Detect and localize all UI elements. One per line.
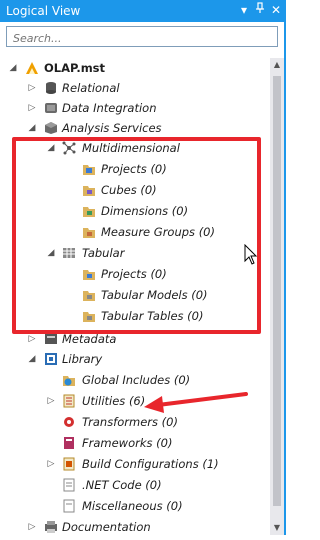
transformers-icon <box>62 415 76 429</box>
tree-item-label: Build Configurations (1) <box>82 457 219 471</box>
tree-item-label: Analysis Services <box>62 121 162 135</box>
library-icon <box>44 352 58 366</box>
annotation-arrow <box>144 392 248 413</box>
collapse-icon[interactable]: ◢ <box>8 58 18 78</box>
tree-item-dotnet-code[interactable]: .NET Code (0) <box>0 475 268 495</box>
tree-item-label: Relational <box>62 81 120 95</box>
tree-item-label: Utilities (6) <box>82 394 146 408</box>
project-icon <box>24 61 38 75</box>
highlight-box <box>12 137 261 334</box>
tree-item-label: Miscellaneous (0) <box>82 499 183 513</box>
tree-item-olap-mst[interactable]: ◢ OLAP.mst <box>0 58 268 78</box>
tree-item-data-integration[interactable]: ▷ Data Integration <box>0 98 268 118</box>
tree-item-label: OLAP.mst <box>44 61 106 75</box>
tree-item-label: Frameworks (0) <box>82 436 173 450</box>
collapse-icon[interactable]: ◢ <box>27 118 37 138</box>
tree-item-label: Library <box>62 352 103 366</box>
data-integration-icon <box>44 101 58 115</box>
scroll-up-icon[interactable]: ▲ <box>270 58 284 72</box>
tree-item-label: Global Includes (0) <box>82 373 191 387</box>
tree-item-analysis-services[interactable]: ◢ Analysis Services <box>0 118 268 138</box>
documentation-icon <box>44 520 58 534</box>
global-includes-icon <box>62 373 76 387</box>
frameworks-icon <box>62 436 76 450</box>
tree-item-global-includes[interactable]: Global Includes (0) <box>0 370 268 390</box>
vertical-scrollbar[interactable]: ▲ ▼ <box>270 58 284 535</box>
tree-item-miscellaneous[interactable]: Miscellaneous (0) <box>0 496 268 516</box>
analysis-services-icon <box>44 121 58 135</box>
expand-icon[interactable]: ▷ <box>46 454 56 474</box>
build-config-icon <box>62 457 76 471</box>
tree-item-library[interactable]: ◢ Library <box>0 349 268 369</box>
metadata-icon <box>44 332 58 346</box>
close-icon[interactable]: ✕ <box>268 2 284 18</box>
tree-item-build-configurations[interactable]: ▷ Build Configurations (1) <box>0 454 268 474</box>
expand-icon[interactable]: ▷ <box>46 391 56 411</box>
tree-item-documentation[interactable]: ▷ Documentation <box>0 517 268 537</box>
tree-item-label: .NET Code (0) <box>82 478 162 492</box>
tree-item-label: Documentation <box>62 520 151 534</box>
tree-item-relational[interactable]: ▷ Relational <box>0 78 268 98</box>
database-icon <box>44 81 58 95</box>
miscellaneous-icon <box>62 499 76 513</box>
mouse-cursor-icon <box>244 244 258 265</box>
expand-icon[interactable]: ▷ <box>27 78 37 98</box>
dotnet-code-icon <box>62 478 76 492</box>
expand-icon[interactable]: ▷ <box>27 517 37 537</box>
scroll-down-icon[interactable]: ▼ <box>270 521 284 535</box>
scrollbar-thumb[interactable] <box>273 76 281 506</box>
expand-icon[interactable]: ▷ <box>27 98 37 118</box>
tree-item-frameworks[interactable]: Frameworks (0) <box>0 433 268 453</box>
utilities-icon <box>62 394 76 408</box>
collapse-icon[interactable]: ◢ <box>27 349 37 369</box>
tree-item-label: Data Integration <box>62 101 157 115</box>
